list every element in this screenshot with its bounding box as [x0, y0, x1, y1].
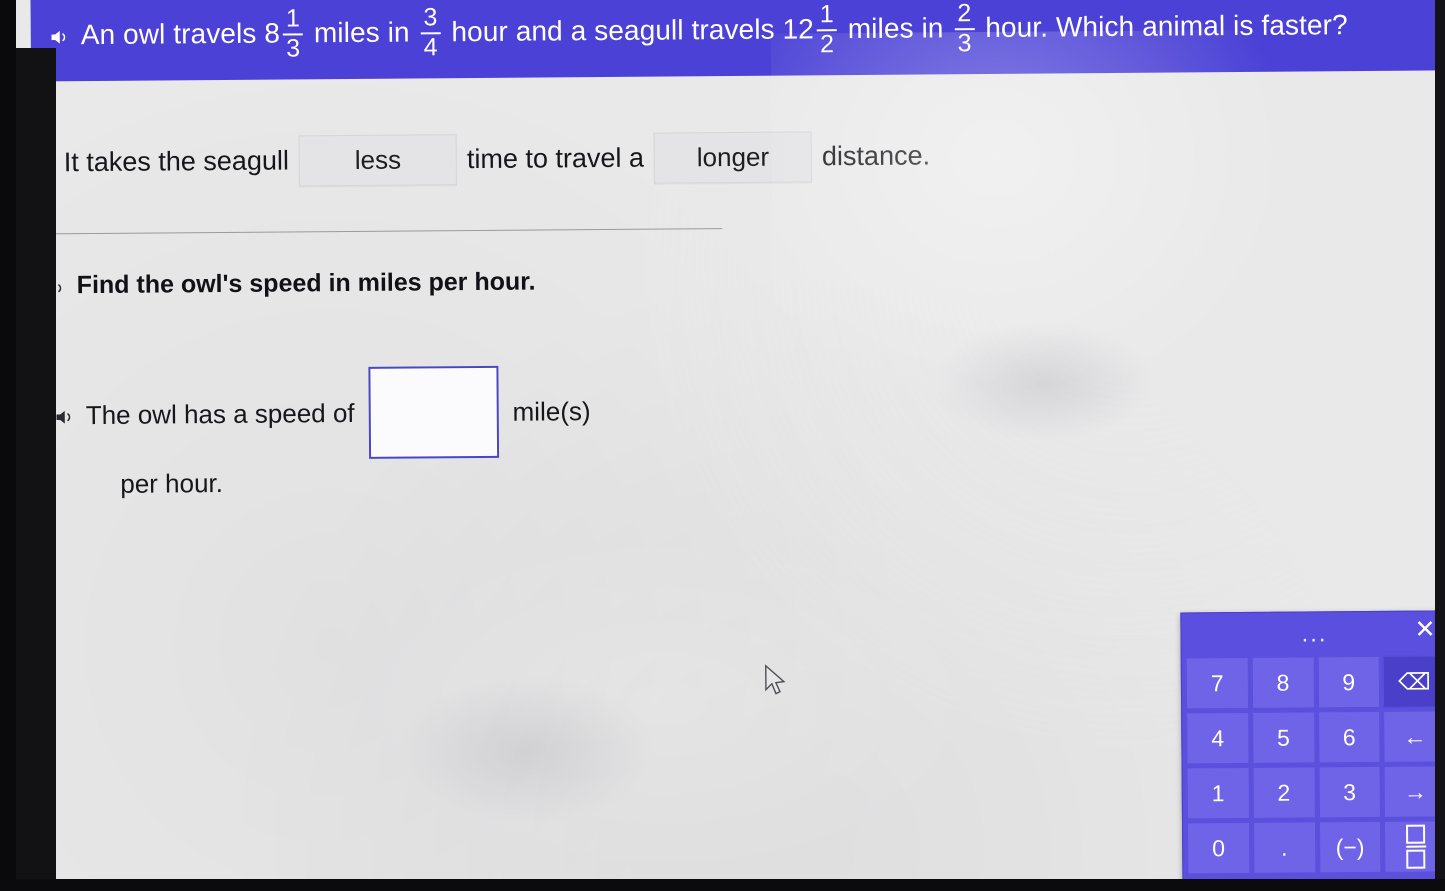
mixed-number-1-fraction: 1 3	[283, 4, 304, 62]
statement-blank-2[interactable]: longer	[653, 131, 813, 184]
on-screen-keypad[interactable]: ... ✕ 7 8 9 ⌫ 4 5 6 ← 1 2 3 → 0 . (−)	[1180, 610, 1445, 890]
question-text-part-2: miles in	[313, 16, 410, 48]
find-prompt-text: Find the owl's speed in miles per hour.	[76, 267, 536, 300]
key-0[interactable]: 0	[1186, 821, 1251, 875]
mixed-number-2-numerator: 1	[819, 0, 834, 29]
question-text-part-1: An owl travels	[80, 17, 257, 50]
statement-row: It takes the seagull less time to travel…	[32, 130, 931, 188]
question-text-part-4: miles in	[847, 11, 944, 44]
statement-blank-1[interactable]: less	[298, 134, 458, 187]
mouse-cursor	[762, 664, 788, 698]
statement-lead: It takes the seagull	[63, 145, 290, 178]
monitor-bezel-left-inner	[16, 48, 56, 891]
key-9[interactable]: 9	[1317, 655, 1381, 709]
photo-of-screen: An owl travels 8 1 3 miles in 3 4 hour a…	[0, 0, 1445, 891]
key-5[interactable]: 5	[1251, 711, 1316, 764]
statement-tail: distance.	[821, 140, 931, 172]
keypad-header: ... ✕	[1181, 611, 1445, 657]
question-text-part-3: hour and a seagull travels	[451, 13, 775, 47]
screen-content: An owl travels 8 1 3 miles in 3 4 hour a…	[10, 0, 1445, 891]
fraction-1: 3 4	[420, 3, 441, 61]
fraction-1-denominator: 4	[423, 32, 438, 61]
fraction-2-denominator: 3	[957, 28, 972, 57]
keypad-grid: 7 8 9 ⌫ 4 5 6 ← 1 2 3 → 0 . (−)	[1182, 655, 1445, 878]
statement-middle: time to travel a	[466, 142, 645, 175]
mixed-number-1-denominator: 3	[286, 33, 301, 62]
speaker-icon[interactable]	[49, 26, 71, 48]
close-icon[interactable]: ✕	[1414, 615, 1435, 643]
key-decimal-point[interactable]: .	[1252, 821, 1316, 874]
answer-row: The owl has a speed of mile(s)	[53, 365, 591, 461]
mixed-number-2-fraction: 1 2	[816, 0, 837, 58]
key-1[interactable]: 1	[1186, 766, 1250, 820]
fraction-2: 2 3	[954, 0, 975, 57]
answer-lead-text: The owl has a speed of	[85, 397, 355, 430]
keypad-more-button[interactable]: ...	[1301, 620, 1327, 648]
mixed-number-2-denominator: 2	[819, 29, 835, 58]
find-prompt-row: Find the owl's speed in miles per hour.	[45, 268, 536, 301]
answer-second-line: per hour.	[120, 467, 224, 499]
key-4[interactable]: 4	[1186, 711, 1250, 765]
fraction-2-numerator: 2	[957, 0, 972, 28]
key-3[interactable]: 3	[1318, 765, 1382, 819]
mixed-number-1-whole: 8	[264, 17, 281, 49]
key-2[interactable]: 2	[1252, 766, 1316, 819]
key-6[interactable]: 6	[1317, 710, 1381, 764]
question-banner: An owl travels 8 1 3 miles in 3 4 hour a…	[30, 0, 1445, 82]
answer-unit-label: mile(s)	[512, 395, 591, 427]
question-text-part-5: hour. Which animal is faster?	[985, 8, 1348, 43]
monitor-bezel-right	[1435, 0, 1445, 891]
key-8[interactable]: 8	[1251, 656, 1315, 709]
key-7[interactable]: 7	[1185, 656, 1249, 710]
mixed-number-2-whole: 12	[782, 12, 815, 45]
monitor-bezel-left	[0, 0, 16, 891]
section-divider	[12, 228, 723, 235]
mixed-number-1-numerator: 1	[285, 4, 301, 33]
speaker-icon[interactable]	[54, 406, 76, 428]
key-negative-sign[interactable]: (−)	[1318, 820, 1382, 874]
fraction-1-numerator: 3	[423, 3, 438, 32]
answer-input[interactable]	[368, 365, 499, 459]
fraction-icon	[1405, 824, 1426, 869]
monitor-bezel-bottom	[0, 879, 1445, 891]
question-text: An owl travels 8 1 3 miles in 3 4 hour a…	[49, 0, 1445, 62]
